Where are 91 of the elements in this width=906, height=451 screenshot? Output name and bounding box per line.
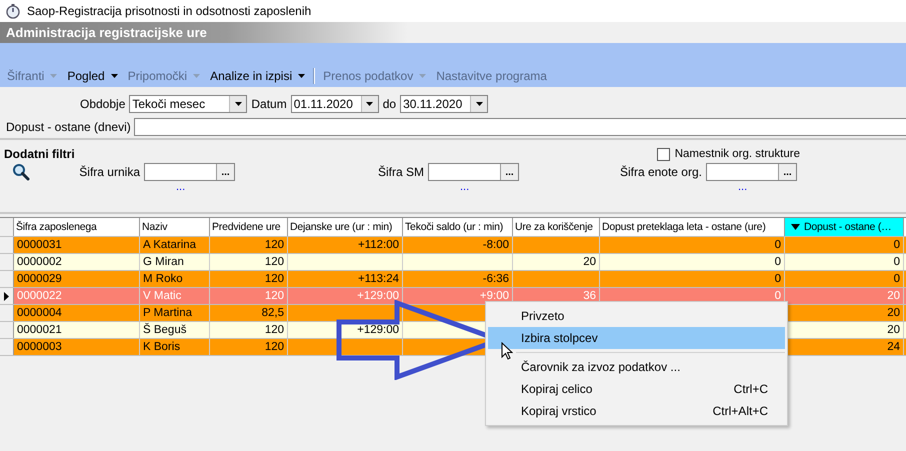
- browse-button[interactable]: ...: [216, 164, 234, 180]
- table-cell: V Matic: [143, 290, 182, 302]
- context-menu-item[interactable]: Kopiraj vrstico Ctrl+Alt+C: [488, 400, 785, 422]
- table-row[interactable]: 0000031 A Katarina 120 +112:00 -8:00 0 0: [0, 237, 906, 254]
- table-cell: 0000021: [17, 324, 62, 336]
- table-cell: 20: [583, 256, 596, 268]
- context-menu-item[interactable]: Čarovnik za izvoz podatkov ...: [488, 356, 785, 378]
- section-title: Dodatni filtri: [4, 147, 75, 161]
- caret-icon: [366, 102, 374, 106]
- column-header[interactable]: Naziv: [140, 218, 210, 236]
- column-header[interactable]: Dejanske ure (ur : min): [288, 218, 403, 236]
- lookup-field[interactable]: ...: [706, 163, 797, 181]
- caret-icon: [476, 102, 483, 106]
- table-cell: M Roko: [143, 273, 183, 285]
- table-cell: 120: [264, 256, 284, 268]
- field-label: Šifra SM: [378, 165, 424, 179]
- row-pointer-icon: [4, 292, 9, 300]
- table-cell: 0000031: [17, 239, 62, 251]
- table-cell: +113:24: [358, 273, 399, 285]
- table-cell: 0: [774, 290, 781, 302]
- table-cell: 20: [887, 307, 900, 319]
- table-cell: 0000004: [17, 307, 62, 319]
- table-cell: Š Beguš: [143, 324, 186, 336]
- field-label: Šifra enote org.: [620, 165, 702, 179]
- table-cell: 0000029: [17, 273, 62, 285]
- table-cell: 0: [894, 256, 900, 268]
- table-cell: 0000022: [17, 290, 62, 302]
- date-picker[interactable]: 30.11.2020: [400, 95, 488, 113]
- checkbox[interactable]: [656, 148, 670, 160]
- table-cell: A Katarina: [143, 239, 196, 251]
- period-dropdown[interactable]: Tekoči mesec: [129, 95, 248, 113]
- browse-button[interactable]: ...: [778, 164, 796, 180]
- table-cell: 0: [774, 256, 781, 268]
- table-cell: 0000002: [17, 256, 62, 268]
- table-cell: 120: [264, 341, 284, 353]
- table-cell: +129:00: [357, 324, 399, 336]
- input-field[interactable]: [134, 118, 906, 136]
- stopwatch-icon: [5, 3, 21, 19]
- browse-button[interactable]: ...: [500, 164, 518, 180]
- table-cell: 24: [887, 341, 900, 353]
- table-cell: 0: [894, 273, 900, 285]
- search-icon[interactable]: [12, 163, 30, 181]
- module-title: Administracija registracijske ure: [6, 25, 207, 40]
- table-cell: 0: [774, 273, 781, 285]
- link[interactable]: ...: [428, 181, 470, 193]
- table-row[interactable]: 0000002 G Miran 120 20 0 0: [0, 254, 906, 271]
- table-cell: -6:36: [482, 273, 509, 285]
- column-header[interactable]: Tekoči saldo (ur : min): [403, 218, 513, 236]
- table-cell: 0: [774, 239, 781, 251]
- table-cell: 0000003: [17, 341, 62, 353]
- table-cell: +9:00: [480, 290, 509, 302]
- column-header[interactable]: Dopust - ostane (…: [785, 218, 904, 236]
- table-cell: 20: [887, 324, 900, 336]
- field-label: Datum: [251, 97, 287, 111]
- date-picker[interactable]: 01.11.2020: [290, 95, 379, 113]
- table-cell: 82,5: [262, 307, 284, 319]
- table-cell: 120: [264, 290, 284, 302]
- table-cell: 36: [583, 290, 596, 302]
- table-cell: K Boris: [143, 341, 180, 353]
- table-cell: 20: [887, 290, 900, 302]
- field-label: Šifra urnika: [79, 165, 140, 179]
- table-cell: +112:00: [358, 239, 399, 251]
- menu-item[interactable]: Analize in izpisi: [205, 69, 310, 83]
- sort-arrow-icon: [791, 224, 800, 230]
- context-menu-item[interactable]: Izbira stolpcev: [488, 327, 785, 349]
- link[interactable]: ...: [144, 181, 186, 193]
- field-label: do: [382, 97, 396, 111]
- window-title: Saop-Registracija prisotnosti in odsotnosti zaposlenih: [27, 4, 312, 18]
- row-header[interactable]: [0, 288, 14, 304]
- lookup-field[interactable]: ...: [144, 163, 235, 181]
- table-cell: 120: [264, 273, 284, 285]
- field-label: Dopust - ostane (dnevi): [6, 120, 131, 134]
- context-menu-item[interactable]: Kopiraj celico Ctrl+C: [488, 378, 785, 400]
- table-cell: -8:00: [482, 239, 509, 251]
- table-cell: P Martina: [143, 307, 192, 319]
- table-cell: G Miran: [143, 256, 184, 268]
- caret-icon: [234, 102, 242, 106]
- table-cell: 120: [264, 324, 284, 336]
- menu-item[interactable]: Pogled: [62, 69, 123, 83]
- link[interactable]: ...: [706, 181, 748, 193]
- mouse-pointer-icon: [501, 342, 513, 361]
- field-label: Obdobje: [80, 97, 126, 111]
- column-header[interactable]: Šifra zaposlenega: [14, 218, 140, 236]
- table-row[interactable]: 0000029 M Roko 120 +113:24 -6:36 0 0: [0, 271, 906, 288]
- table-cell: 120: [264, 239, 284, 251]
- column-header[interactable]: Ure za koriščenje: [513, 218, 600, 236]
- lookup-field[interactable]: ...: [428, 163, 519, 181]
- column-header[interactable]: Predvidene ure: [210, 218, 288, 236]
- checkbox-label: Namestnik org. strukture: [674, 148, 800, 160]
- table-cell: 0: [894, 239, 900, 251]
- table-cell: +129:00: [357, 290, 399, 302]
